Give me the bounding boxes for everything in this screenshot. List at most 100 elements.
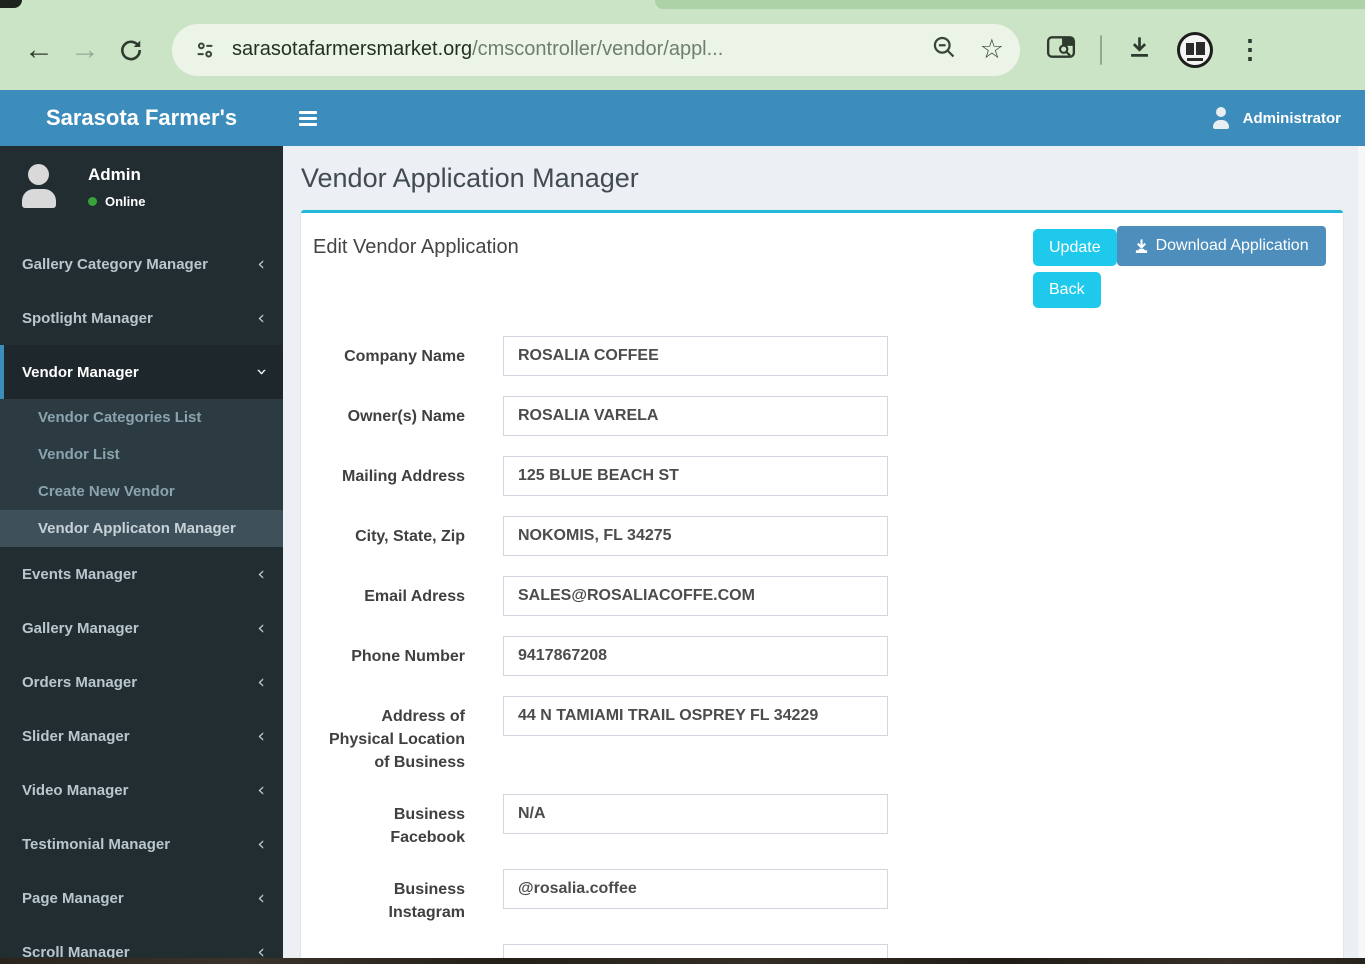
sidebar-item-events-manager[interactable]: Events Manager ‹ (0, 547, 283, 601)
sidebar-item-orders-manager[interactable]: Orders Manager ‹ (0, 655, 283, 709)
chevron-left-icon: ‹ (257, 725, 265, 747)
user-name: Admin (88, 165, 141, 184)
next-field-input[interactable] (503, 944, 888, 958)
zoom-out-icon (933, 36, 955, 57)
sidebar-item-vendor-manager[interactable]: Vendor Manager ‹ (0, 345, 283, 399)
downloads-button[interactable] (1126, 34, 1153, 66)
chevron-left-icon: ‹ (257, 671, 265, 693)
update-button[interactable]: Update (1033, 229, 1117, 266)
form-row (315, 944, 1329, 958)
main-content: Vendor Application Manager Edit Vendor A… (283, 146, 1365, 958)
form-row: Phone Number (315, 636, 1329, 676)
sidebar-item-gallery-manager[interactable]: Gallery Manager ‹ (0, 601, 283, 655)
sidebar-item-slider-manager[interactable]: Slider Manager ‹ (0, 709, 283, 763)
bookmark-star-button[interactable]: ☆ (980, 36, 1004, 63)
user-panel: Admin Online (0, 146, 283, 229)
url-path: /cmscontroller/vendor/appl... (472, 38, 724, 60)
chevron-left-icon: ‹ (257, 941, 265, 958)
sidebar-item-testimonial-manager[interactable]: Testimonial Manager ‹ (0, 817, 283, 871)
owners-name-label: Owner(s) Name (347, 408, 465, 425)
physical-location-input[interactable] (503, 696, 888, 736)
sidebar-item-gallery-category-manager[interactable]: Gallery Category Manager ‹ (0, 237, 283, 291)
business-facebook-label: Business Facebook (390, 806, 465, 846)
page-scrollbar[interactable] (1358, 146, 1365, 958)
next-field-label (315, 944, 465, 953)
window-corner (0, 0, 22, 8)
hamburger-icon (299, 110, 317, 114)
sidebar-item-video-manager[interactable]: Video Manager ‹ (0, 763, 283, 817)
chevron-left-icon: ‹ (257, 307, 265, 329)
address-bar[interactable]: sarasotafarmersmarket.org/cmscontroller/… (172, 23, 1020, 76)
zoom-out-indicator[interactable] (931, 34, 958, 66)
app-navbar: Administrator (283, 90, 1365, 146)
side-search-button[interactable] (1046, 34, 1076, 65)
reload-button[interactable] (108, 27, 154, 73)
side-search-icon (1046, 36, 1076, 58)
reload-icon (121, 39, 141, 60)
sidebar-subitem-vendor-categories-list[interactable]: Vendor Categories List (0, 399, 283, 436)
form-row: Email Adress (315, 576, 1329, 616)
browser-chrome: ← → sarasotafarmersmarket.org/cmscontrol… (0, 0, 1365, 90)
tune-icon (197, 41, 213, 58)
tab-strip (0, 0, 1365, 9)
email-address-label: Email Adress (364, 588, 465, 605)
site-settings-button[interactable] (186, 31, 224, 69)
email-address-input[interactable] (503, 576, 888, 616)
chevron-down-icon: ‹ (250, 368, 273, 376)
sidebar-subitem-vendor-list[interactable]: Vendor List (0, 436, 283, 473)
mailing-address-label: Mailing Address (342, 468, 465, 485)
business-instagram-input[interactable] (503, 869, 888, 909)
chevron-left-icon: ‹ (257, 563, 265, 585)
sidebar-item-spotlight-manager[interactable]: Spotlight Manager ‹ (0, 291, 283, 345)
online-status-label[interactable]: Online (105, 194, 145, 209)
user-avatar-icon (16, 163, 62, 209)
browser-menu-button[interactable]: ⋮ (1237, 34, 1263, 65)
url-host: sarasotafarmersmarket.org (232, 38, 473, 60)
edit-vendor-application-card: Edit Vendor Application Update Download … (301, 210, 1343, 958)
form-row: Address of Physical Location of Business (315, 696, 1329, 774)
sidebar-item-page-manager[interactable]: Page Manager ‹ (0, 871, 283, 925)
chevron-left-icon: ‹ (257, 617, 265, 639)
back-button[interactable]: ← (16, 27, 62, 73)
page-title: Vendor Application Manager (301, 163, 639, 193)
brand-logo[interactable]: Sarasota Farmer's (0, 90, 283, 146)
chevron-left-icon: ‹ (257, 833, 265, 855)
navbar-user-menu[interactable]: Administrator (1209, 107, 1341, 129)
online-status-dot (88, 197, 97, 206)
download-application-button[interactable]: Download Application (1116, 226, 1326, 266)
phone-number-label: Phone Number (351, 648, 465, 665)
download-icon (1135, 239, 1147, 254)
back-button-card[interactable]: Back (1033, 272, 1101, 308)
desktop-edge (0, 958, 1365, 964)
url-text[interactable]: sarasotafarmersmarket.org/cmscontroller/… (232, 38, 921, 61)
form-row: Business Instagram (315, 869, 1329, 924)
card-title: Edit Vendor Application (313, 236, 519, 258)
chevron-left-icon: ‹ (257, 887, 265, 909)
company-name-input[interactable] (503, 336, 888, 376)
form-row: Mailing Address (315, 456, 1329, 496)
city-state-zip-input[interactable] (503, 516, 888, 556)
form-row: City, State, Zip (315, 516, 1329, 556)
form-row: Business Facebook (315, 794, 1329, 849)
form-row: Owner(s) Name (315, 396, 1329, 436)
sidebar-item-scroll-manager[interactable]: Scroll Manager ‹ (0, 925, 283, 958)
form-row: Company Name (315, 336, 1329, 376)
mailing-address-input[interactable] (503, 456, 888, 496)
business-facebook-input[interactable] (503, 794, 888, 834)
sidebar-subitem-vendor-applicaton-manager[interactable]: Vendor Applicaton Manager (0, 510, 283, 547)
city-state-zip-label: City, State, Zip (355, 528, 465, 545)
forward-button[interactable]: → (62, 27, 108, 73)
administrator-avatar-icon (1209, 107, 1233, 129)
sidebar-subitem-create-new-vendor[interactable]: Create New Vendor (0, 473, 283, 510)
vendor-manager-submenu: Vendor Categories List Vendor List Creat… (0, 399, 283, 547)
sidebar: Sarasota Farmer's Admin Online Gallery C… (0, 90, 283, 958)
card-header: Edit Vendor Application Update Download … (301, 213, 1343, 320)
phone-number-input[interactable] (503, 636, 888, 676)
vendor-application-form: Company Name Owner(s) Name Mailing Addre… (301, 320, 1343, 958)
browser-profile-avatar[interactable] (1177, 31, 1213, 68)
chevron-left-icon: ‹ (257, 779, 265, 801)
browser-toolbar: ← → sarasotafarmersmarket.org/cmscontrol… (0, 9, 1365, 90)
sidebar-toggle-button[interactable] (283, 90, 333, 146)
business-instagram-label: Business Instagram (388, 881, 465, 921)
owners-name-input[interactable] (503, 396, 888, 436)
